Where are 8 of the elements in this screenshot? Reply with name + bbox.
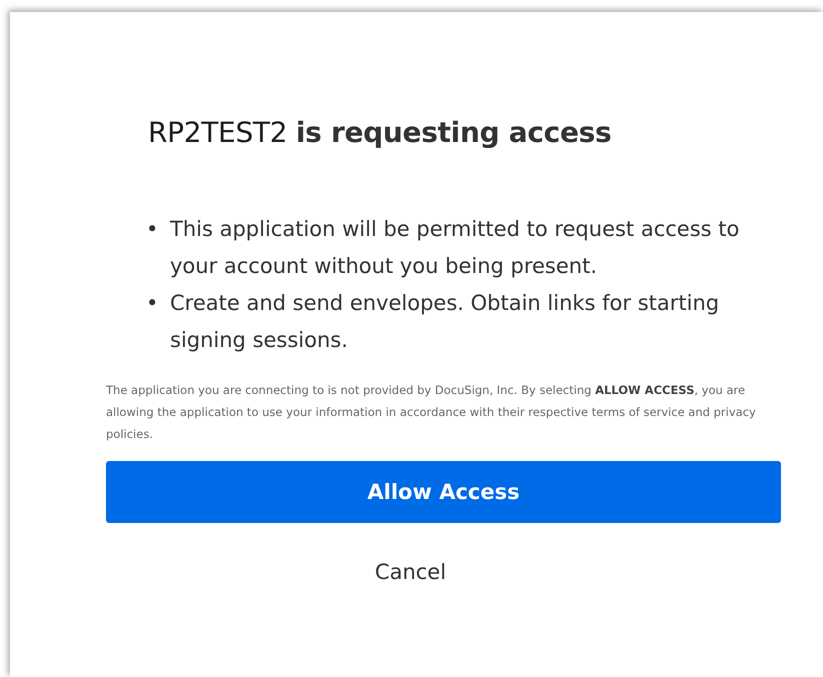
bullet-mark: •	[146, 290, 160, 317]
cancel-button[interactable]: Cancel	[350, 559, 470, 585]
permission-item: This application will be permitted to request access to your account without you being present.	[170, 216, 740, 280]
permission-item: Create and send envelopes. Obtain links for starting signing sessions.	[170, 290, 720, 354]
dialog-title: RP2TEST2 is requesting access	[148, 116, 612, 149]
allow-access-button[interactable]: Allow Access	[106, 461, 781, 523]
disclaimer-text: The application you are connecting to is not provided by DocuSign, Inc. By selecting ALLOW ACCESS, you are allowing the application to use your information in accordance with their respective terms of service and privacy policies.	[106, 382, 757, 443]
bullet-mark: •	[146, 216, 160, 243]
